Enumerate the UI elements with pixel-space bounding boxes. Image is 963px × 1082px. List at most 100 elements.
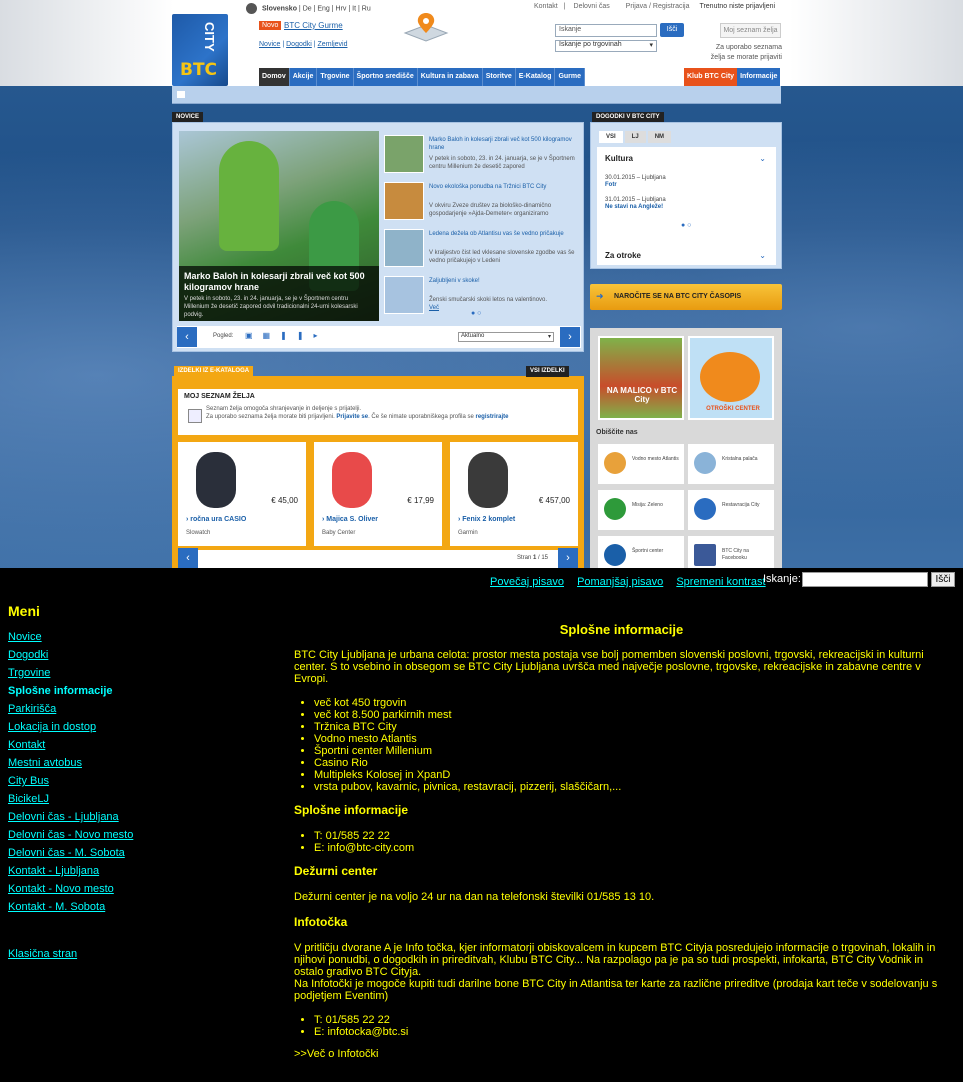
chevron-down-icon[interactable]: ⌄ bbox=[759, 251, 766, 260]
menu-item-delovni-cas-nm[interactable]: Delovni čas - Novo mesto bbox=[8, 829, 133, 841]
search-input[interactable] bbox=[802, 572, 928, 587]
prev-arrow-icon[interactable]: ‹ bbox=[177, 327, 197, 347]
nav-gurme[interactable]: Gurme bbox=[555, 68, 585, 86]
link-prijava[interactable]: Prijava / Registracija bbox=[626, 3, 690, 10]
menu-item-splosne-informacije[interactable]: Splošne informacije bbox=[8, 685, 113, 697]
lang-ru[interactable]: Ru bbox=[362, 5, 371, 12]
lang-active[interactable]: Slovensko bbox=[262, 5, 297, 12]
menu-item-kontakt-lj[interactable]: Kontakt - Ljubljana bbox=[8, 865, 99, 877]
product-name[interactable]: › ročna ura CASIO bbox=[186, 516, 246, 523]
menu-item-kontakt-ms[interactable]: Kontakt - M. Sobota bbox=[8, 901, 105, 913]
increase-font-link[interactable]: Povečaj pisavo bbox=[490, 576, 564, 588]
search-button[interactable]: Išči bbox=[931, 572, 955, 587]
sublink-zemljevid[interactable]: Zemljevid bbox=[318, 41, 348, 48]
news-item[interactable]: Novo ekološka ponudba na Tržnici BTC Cit… bbox=[384, 178, 579, 222]
nav-storitve[interactable]: Storitve bbox=[482, 68, 516, 86]
link-delovni-cas[interactable]: Delovni čas bbox=[574, 3, 610, 10]
menu-item-lokacija[interactable]: Lokacija in dostop bbox=[8, 721, 96, 733]
tab-nm[interactable]: NM bbox=[647, 131, 672, 143]
event-item[interactable]: 30.01.2015 – Ljubljana Fotr bbox=[605, 175, 666, 189]
nav-sportno-sredisce[interactable]: Športno središče bbox=[353, 68, 418, 86]
wish-login-link[interactable]: Prijavite se bbox=[336, 414, 368, 420]
news-item[interactable]: Zaljubljeni v skoke! Ženski smučarski sk… bbox=[384, 272, 579, 316]
partner-misija-zeleno[interactable]: Misija: Zeleno bbox=[598, 490, 684, 530]
nav-informacije[interactable]: Informacije bbox=[737, 68, 781, 86]
menu-item-bicikelj[interactable]: BicikeLJ bbox=[8, 793, 49, 805]
nav-akcije[interactable]: Akcije bbox=[289, 68, 318, 86]
next-arrow-icon[interactable]: › bbox=[560, 327, 580, 347]
menu-item-parkirisca[interactable]: Parkirišča bbox=[8, 703, 56, 715]
sublink-dogodki[interactable]: Dogodki bbox=[286, 41, 312, 48]
newspaper-subscribe-banner[interactable]: ➜ NAROČITE SE NA BTC CITY ČASOPIS bbox=[590, 284, 782, 310]
search-scope-select[interactable]: Iskanje po trgovinah ▾ bbox=[555, 40, 657, 52]
partner-kristalna-palaca[interactable]: Kristalna palača bbox=[688, 444, 774, 484]
gurme-link[interactable]: BTC City Gurme bbox=[284, 21, 343, 30]
chevron-down-icon[interactable]: ⌄ bbox=[759, 154, 766, 163]
map-pin-icon[interactable] bbox=[401, 11, 451, 43]
menu-item-trgovine[interactable]: Trgovine bbox=[8, 667, 50, 679]
featured-news-image[interactable]: Marko Baloh in kolesarji zbrali več kot … bbox=[179, 131, 379, 321]
event-name[interactable]: Fotr bbox=[605, 182, 617, 188]
news-item[interactable]: Ledena dežela ob Atlantisu vas še vedno … bbox=[384, 225, 579, 269]
tab-vsi[interactable]: VSI bbox=[599, 131, 623, 143]
lang-de[interactable]: De bbox=[303, 5, 312, 12]
nav-klub[interactable]: Klub BTC City bbox=[684, 68, 738, 86]
home-icon[interactable] bbox=[177, 91, 185, 98]
carousel-dots[interactable]: ● ○ bbox=[471, 310, 481, 317]
prev-arrow-icon[interactable]: ‹ bbox=[178, 548, 198, 568]
more-infotocka-link[interactable]: >>Več o Infotočki bbox=[294, 1048, 949, 1060]
menu-item-mestni-avtobus[interactable]: Mestni avtobus bbox=[8, 757, 82, 769]
change-contrast-link[interactable]: Spremeni kontrast bbox=[676, 576, 765, 588]
carousel-dots[interactable]: ● ○ bbox=[681, 222, 691, 229]
menu-item-kontakt-nm[interactable]: Kontakt - Novo mesto bbox=[8, 883, 114, 895]
classic-view-link[interactable]: Klasična stran bbox=[8, 948, 77, 960]
product-name[interactable]: › Majica S. Oliver bbox=[322, 516, 378, 523]
news-title[interactable]: Zaljubljeni v skoke! bbox=[429, 277, 577, 285]
menu-item-delovni-cas-ms[interactable]: Delovni čas - M. Sobota bbox=[8, 847, 125, 859]
header-search-input[interactable]: Iskanje bbox=[555, 24, 657, 37]
news-title[interactable]: Marko Baloh in kolesarji zbrali več kot … bbox=[429, 136, 577, 152]
decrease-font-link[interactable]: Pomanjšaj pisavo bbox=[577, 576, 663, 588]
news-item[interactable]: Marko Baloh in kolesarji zbrali več kot … bbox=[384, 131, 579, 175]
ad-malica[interactable]: NA MALICO v BTC City bbox=[598, 336, 684, 420]
product-card[interactable]: € 457,00 › Fenix 2 komplet Garmin bbox=[450, 442, 578, 546]
sort-select[interactable]: Aktualno ▾ bbox=[458, 332, 554, 342]
next-arrow-icon[interactable]: › bbox=[558, 548, 578, 568]
link-kontakt[interactable]: Kontakt bbox=[534, 3, 558, 10]
nav-trgovine[interactable]: Trgovine bbox=[317, 68, 354, 86]
partner-millenium[interactable]: Športni center bbox=[598, 536, 684, 568]
menu-item-dogodki[interactable]: Dogodki bbox=[8, 649, 48, 661]
event-item[interactable]: 31.01.2015 – Ljubljana Ne stavi na Angle… bbox=[605, 197, 666, 211]
partner-restavracija-city[interactable]: Restavracija City bbox=[688, 490, 774, 530]
event-name[interactable]: Ne stavi na Angleže! bbox=[605, 204, 663, 210]
events-category-2[interactable]: Za otroke bbox=[605, 251, 641, 260]
ad-otroski-center[interactable]: OTROŠKI CENTER bbox=[688, 336, 774, 420]
lang-eng[interactable]: Eng bbox=[317, 5, 329, 12]
nav-kultura[interactable]: Kultura in zabava bbox=[417, 68, 483, 86]
product-name[interactable]: › Fenix 2 komplet bbox=[458, 516, 515, 523]
menu-item-novice[interactable]: Novice bbox=[8, 631, 42, 643]
menu-item-kontakt[interactable]: Kontakt bbox=[8, 739, 45, 751]
view-mode-icons[interactable]: ▣▦❚❚▸ bbox=[245, 331, 328, 340]
product-card[interactable]: € 45,00 › ročna ura CASIO Slowatch bbox=[178, 442, 306, 546]
tab-lj[interactable]: LJ bbox=[624, 131, 646, 143]
lang-hrv[interactable]: Hrv bbox=[336, 5, 347, 12]
wish-register-link[interactable]: registrirajte bbox=[476, 414, 509, 420]
menu-item-delovni-cas-lj[interactable]: Delovni čas - Ljubljana bbox=[8, 811, 119, 823]
product-card[interactable]: € 17,99 › Majica S. Oliver Baby Center bbox=[314, 442, 442, 546]
nav-domov[interactable]: Domov bbox=[259, 68, 290, 86]
news-more-link[interactable]: Več bbox=[429, 305, 439, 311]
events-category[interactable]: Kultura bbox=[605, 154, 633, 163]
all-products-link[interactable]: VSI IZDELKI bbox=[526, 366, 569, 377]
news-title[interactable]: Novo ekološka ponudba na Tržnici BTC Cit… bbox=[429, 183, 577, 191]
header-search-button[interactable]: Išči bbox=[660, 23, 684, 37]
partner-atlantis[interactable]: Vodno mesto Atlantis bbox=[598, 444, 684, 484]
sublink-novice[interactable]: Novice bbox=[259, 41, 280, 48]
btc-city-logo[interactable]: CITY BTC bbox=[172, 14, 228, 86]
partner-facebook[interactable]: BTC City na Facebooku bbox=[688, 536, 774, 568]
menu-item-city-bus[interactable]: City Bus bbox=[8, 775, 49, 787]
nav-e-katalog[interactable]: E-Katalog bbox=[515, 68, 556, 86]
wishlist-button[interactable]: Moj seznam želja bbox=[720, 23, 781, 38]
news-title[interactable]: Ledena dežela ob Atlantisu vas še vedno … bbox=[429, 230, 577, 238]
lang-it[interactable]: It bbox=[352, 5, 356, 12]
